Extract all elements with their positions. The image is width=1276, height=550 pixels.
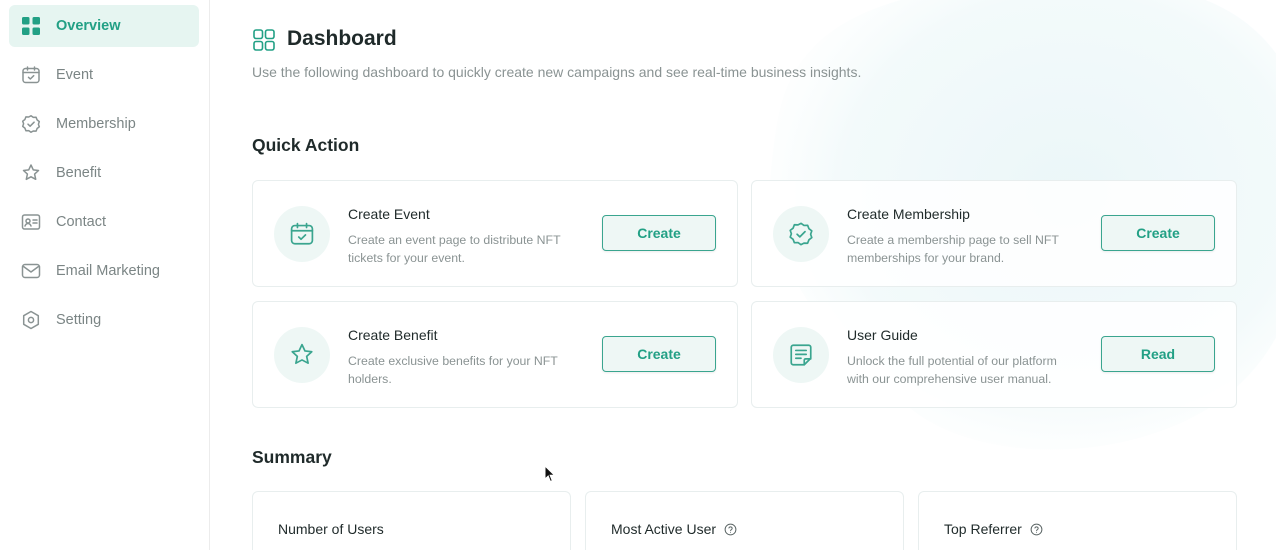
sidebar-item-setting[interactable]: Setting <box>9 299 199 341</box>
mail-icon <box>20 260 42 282</box>
help-icon[interactable] <box>724 523 737 536</box>
create-benefit-button[interactable]: Create <box>602 336 716 372</box>
badge-check-icon <box>20 113 42 135</box>
card-description: Create exclusive benefits for your NFT h… <box>348 354 558 386</box>
star-icon <box>20 162 42 184</box>
quick-action-title: Quick Action <box>252 135 360 155</box>
document-icon <box>773 327 829 383</box>
sidebar-item-label: Email Marketing <box>56 263 160 279</box>
mouse-cursor-icon <box>544 465 556 483</box>
sidebar-item-contact[interactable]: Contact <box>9 201 199 243</box>
number-of-users-card: Number of Users <box>252 491 571 550</box>
badge-check-icon <box>773 206 829 262</box>
sidebar: Overview Event Membership Benefit Contac… <box>0 0 210 550</box>
sidebar-item-label: Overview <box>56 18 121 34</box>
summary-label: Most Active User <box>611 521 717 537</box>
create-membership-card: Create Membership Create a membership pa… <box>751 180 1237 287</box>
sidebar-item-label: Membership <box>56 116 136 132</box>
sidebar-item-label: Benefit <box>56 165 102 181</box>
sidebar-item-label: Setting <box>56 312 102 328</box>
card-description: Unlock the full potential of our platfor… <box>847 354 1057 386</box>
main-content: Dashboard Use the following dashboard to… <box>211 0 1276 550</box>
grid-icon <box>20 15 42 37</box>
create-benefit-card: Create Benefit Create exclusive benefits… <box>252 301 738 408</box>
user-guide-card: User Guide Unlock the full potential of … <box>751 301 1237 408</box>
help-icon[interactable] <box>1030 523 1043 536</box>
star-icon <box>274 327 330 383</box>
create-event-button[interactable]: Create <box>602 215 716 251</box>
most-active-user-card: Most Active User <box>585 491 904 550</box>
card-description: Create a membership page to sell NFT mem… <box>847 233 1059 265</box>
sidebar-item-email-marketing[interactable]: Email Marketing <box>9 250 199 292</box>
top-referrer-card: Top Referrer <box>918 491 1237 550</box>
card-title: Create Event <box>348 206 430 222</box>
summary-label: Top Referrer <box>944 521 1022 537</box>
card-description: Create an event page to distribute NFT t… <box>348 233 561 265</box>
page-title: Dashboard <box>287 27 397 50</box>
dashboard-grid-icon <box>252 28 276 52</box>
create-membership-button[interactable]: Create <box>1101 215 1215 251</box>
settings-hexagon-icon <box>20 309 42 331</box>
sidebar-item-label: Event <box>56 67 94 83</box>
page-subtitle: Use the following dashboard to quickly c… <box>252 64 862 80</box>
read-user-guide-button[interactable]: Read <box>1101 336 1215 372</box>
sidebar-item-event[interactable]: Event <box>9 54 199 96</box>
summary-label: Number of Users <box>278 521 384 537</box>
calendar-icon <box>274 206 330 262</box>
contact-card-icon <box>20 211 42 233</box>
card-title: User Guide <box>847 327 918 343</box>
sidebar-item-label: Contact <box>56 214 106 230</box>
create-event-card: Create Event Create an event page to dis… <box>252 180 738 287</box>
calendar-icon <box>20 64 42 86</box>
sidebar-item-membership[interactable]: Membership <box>9 103 199 145</box>
card-title: Create Benefit <box>348 327 438 343</box>
summary-title: Summary <box>252 447 332 467</box>
sidebar-item-overview[interactable]: Overview <box>9 5 199 47</box>
card-title: Create Membership <box>847 206 970 222</box>
sidebar-item-benefit[interactable]: Benefit <box>9 152 199 194</box>
